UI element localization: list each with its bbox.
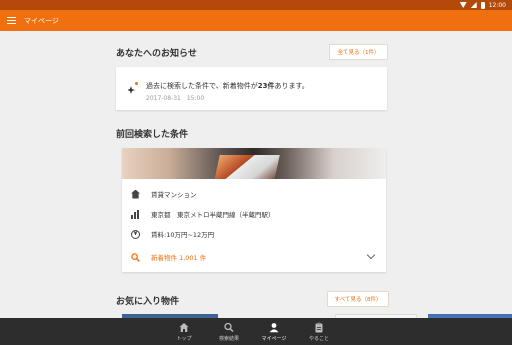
search-card-photo [122,148,386,179]
property-type-row: 賃貸マンション [122,185,386,203]
wifi-icon [459,2,467,8]
person-icon [269,323,279,333]
view-all-favorites-button[interactable]: すべて見る（8件） [327,291,389,307]
nav-label-search-results: 検索結果 [218,336,239,342]
status-icons: 12:00 [459,0,506,10]
last-search-card[interactable]: 賃貸マンション 東京都 東京メトロ半蔵門線（半蔵門駅） ¥ 賃料:10万円~12… [122,148,386,272]
last-search-section-title: 前回検索した条件 [116,130,189,140]
status-time: 12:00 [488,1,506,9]
nav-label-top: トップ [176,336,192,342]
app-bar-title: マイページ [24,16,59,25]
chevron-down-icon[interactable] [366,250,376,260]
notice-message: 過去に検索した条件で、新着物件が23件あります。 [146,82,309,90]
new-listings-count: 新着物件 1,001 件 [151,254,207,262]
home-icon [179,323,189,332]
bottom-navigation: トップ 検索結果 マイページ やること [0,318,512,345]
favorites-section-title: お気に入り物件 [116,297,180,307]
location: 東京都 東京メトロ半蔵門線（半蔵門駅） [151,211,275,219]
property-type: 賃貸マンション [151,191,197,199]
status-bar: 12:00 [0,0,512,10]
app-bar: マイページ [0,10,512,31]
nav-item-todo[interactable]: やること [289,318,349,345]
battery-icon [480,1,485,9]
clipboard-icon [315,322,323,333]
rent-row: ¥ 賃料:10万円~12万円 [122,225,386,243]
search-results-icon [224,322,234,333]
cell-signal-icon [470,2,477,8]
view-all-notices-button[interactable]: 全て見る（1件） [329,44,388,60]
location-row: 東京都 東京メトロ半蔵門線（半蔵門駅） [122,205,386,223]
building-icon [131,209,140,219]
search-icon [131,252,140,262]
notice-date: 2017-08-31 15:00 [146,95,205,102]
new-listings-row[interactable]: 新着物件 1,001 件 [122,248,386,266]
notice-section-title: あなたへのお知らせ [116,49,197,59]
nav-label-mypage: マイページ [261,336,287,342]
nav-label-todo: やること [308,336,329,342]
home-icon [131,189,140,199]
sparkle-icon [128,82,138,94]
notice-card[interactable]: 過去に検索した条件で、新着物件が23件あります。 2017-08-31 15:0… [116,67,387,110]
hamburger-menu-icon[interactable] [7,17,16,24]
rent-range: 賃料:10万円~12万円 [151,231,215,239]
yen-icon: ¥ [131,229,140,239]
